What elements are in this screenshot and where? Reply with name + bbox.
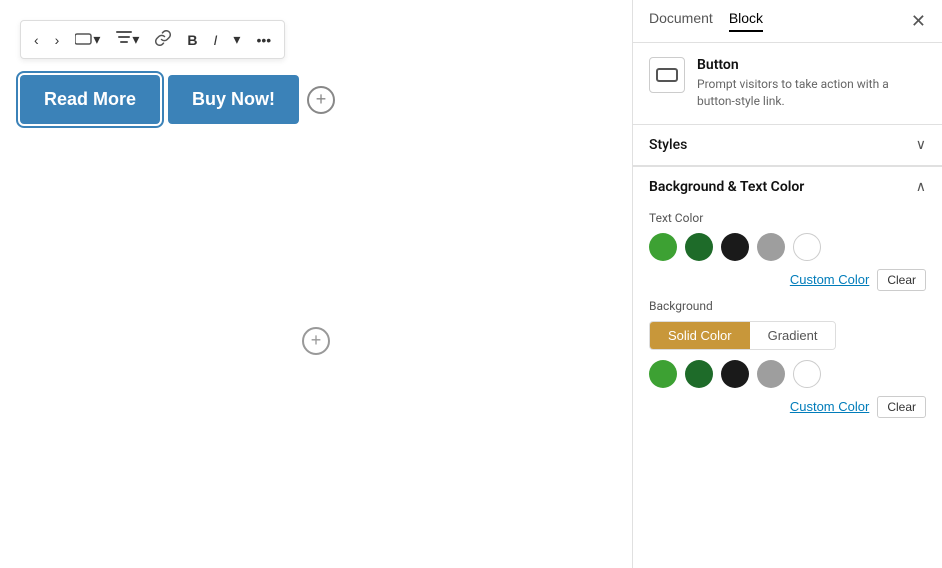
more-options-icon: ••• [256,32,271,48]
block-description: Prompt visitors to take action with a bu… [697,76,926,110]
block-type-icon [75,32,93,48]
bg-color-swatch-white[interactable] [793,360,821,388]
toolbar-forward-btn[interactable]: › [48,27,67,53]
block-toolbar: ‹ › ▾ ▾ B I ▾ ••• [20,20,285,59]
bg-text-chevron-icon: ∧ [916,179,926,195]
link-icon [155,30,171,49]
text-color-swatch-green-dark[interactable] [685,233,713,261]
styles-section: Styles ∨ [633,125,942,166]
bg-text-color-section: Background & Text Color ∧ Text Color Cus… [633,166,942,440]
center-add-block-button[interactable]: + [302,327,330,355]
bg-text-content: Text Color Custom Color Clear Background… [633,211,942,440]
bg-color-swatch-black[interactable] [721,360,749,388]
block-type-chevron: ▾ [93,31,100,48]
panel-tabs: Document Block [649,10,763,32]
text-color-label: Text Color [649,211,926,225]
text-color-clear-button[interactable]: Clear [877,269,926,291]
bg-custom-clear-row: Custom Color Clear [649,396,926,418]
align-chevron: ▾ [132,31,139,48]
panel-header: Document Block ✕ [633,0,942,43]
toolbar-format-btn[interactable]: ▾ [226,26,247,53]
solid-color-toggle-btn[interactable]: Solid Color [650,322,750,349]
bg-color-swatch-green-light[interactable] [649,360,677,388]
styles-section-header[interactable]: Styles ∨ [633,125,942,165]
center-plus-icon: + [311,330,322,351]
text-color-custom-clear-row: Custom Color Clear [649,269,926,291]
button-block-icon [656,68,678,82]
bg-custom-color-button[interactable]: Custom Color [790,399,869,414]
block-info-text: Button Prompt visitors to take action wi… [697,57,926,110]
text-color-swatch-white[interactable] [793,233,821,261]
buy-now-button[interactable]: Buy Now! [168,75,299,124]
toolbar-align-btn[interactable]: ▾ [109,26,146,53]
text-color-swatch-black[interactable] [721,233,749,261]
close-icon: ✕ [911,11,926,32]
background-toggle: Solid Color Gradient [649,321,836,350]
bg-text-section-header[interactable]: Background & Text Color ∧ [633,166,942,207]
text-color-swatch-green-light[interactable] [649,233,677,261]
background-color-swatches [649,360,926,388]
text-color-swatches [649,233,926,261]
block-icon-box [649,57,685,93]
tab-document[interactable]: Document [649,10,713,32]
add-block-button[interactable]: + [307,86,335,114]
toolbar-block-type-btn[interactable]: ▾ [68,26,107,53]
bg-color-swatch-green-dark[interactable] [685,360,713,388]
background-subsection: Background Solid Color Gradient Custom C… [649,299,926,418]
bg-color-swatch-gray[interactable] [757,360,785,388]
text-color-swatch-gray[interactable] [757,233,785,261]
tab-block[interactable]: Block [729,10,763,32]
panel-close-button[interactable]: ✕ [911,11,926,32]
toolbar-italic-btn[interactable]: I [207,27,225,53]
button-group: Read More Buy Now! + [20,75,612,124]
bg-text-section-title: Background & Text Color [649,179,804,195]
block-name: Button [697,57,926,73]
right-panel: Document Block ✕ Button Prompt visitors … [632,0,942,568]
toolbar-bold-btn[interactable]: B [180,27,204,53]
align-icon [116,31,132,48]
plus-icon: + [316,89,327,110]
styles-chevron-icon: ∨ [916,137,926,153]
editor-area: ‹ › ▾ ▾ B I ▾ ••• Read More Buy Now! [0,0,632,568]
styles-section-title: Styles [649,137,687,153]
toolbar-back-btn[interactable]: ‹ [27,27,46,53]
block-info: Button Prompt visitors to take action wi… [633,43,942,125]
bg-clear-button[interactable]: Clear [877,396,926,418]
text-color-custom-button[interactable]: Custom Color [790,272,869,287]
background-label: Background [649,299,926,313]
gradient-toggle-btn[interactable]: Gradient [750,322,836,349]
read-more-button[interactable]: Read More [20,75,160,124]
toolbar-link-btn[interactable] [148,25,178,54]
toolbar-more-btn[interactable]: ••• [249,27,278,53]
